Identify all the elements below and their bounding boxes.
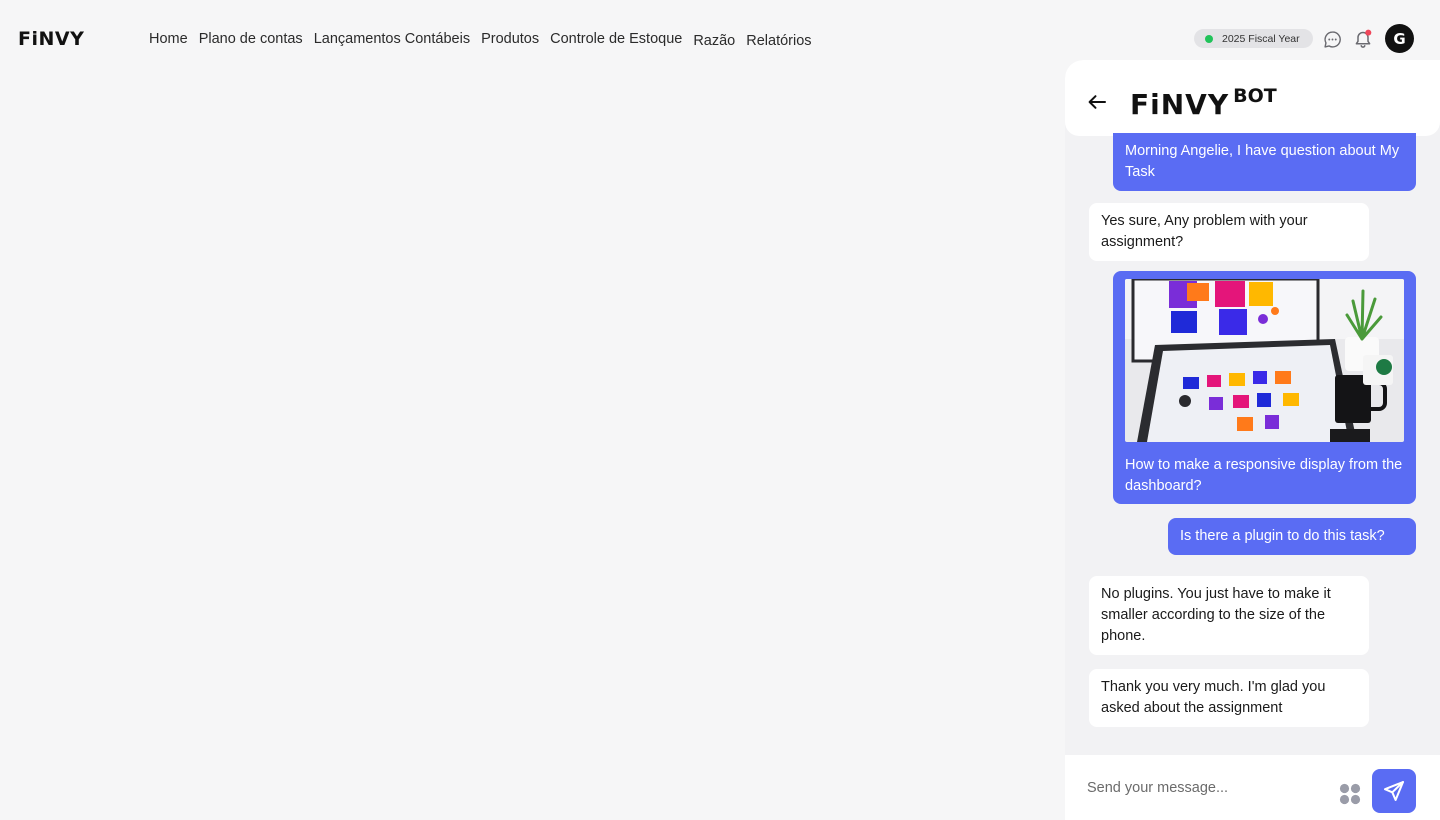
fiscal-year-badge[interactable]: 2025 Fiscal Year xyxy=(1194,29,1313,48)
chat-header: FiNVY BOT xyxy=(1065,60,1440,136)
bell-icon[interactable] xyxy=(1352,28,1374,50)
nav-item-relatorios[interactable]: Relatórios xyxy=(746,32,811,50)
nav-item-plano-de-contas[interactable]: Plano de contas xyxy=(199,30,303,48)
message-composer xyxy=(1065,755,1440,820)
send-paper-plane-icon xyxy=(1384,781,1404,801)
user-avatar[interactable]: G xyxy=(1385,24,1414,53)
attached-image-laptop-dashboard[interactable] xyxy=(1125,279,1404,442)
chatbot-panel: FiNVY BOT Morning Angelie, I have questio… xyxy=(1065,60,1440,820)
chat-message-user: Morning Angelie, I have question about M… xyxy=(1113,133,1416,191)
chatbot-brand-suffix: BOT xyxy=(1233,85,1277,107)
main-nav: Home Plano de contas Lançamentos Contábe… xyxy=(149,30,823,50)
chat-message-user-text: How to make a responsive display from th… xyxy=(1125,457,1403,494)
nav-item-home[interactable]: Home xyxy=(149,30,188,48)
nav-item-controle-de-estoque[interactable]: Controle de Estoque xyxy=(550,30,682,48)
chat-message-bot: Yes sure, Any problem with your assignme… xyxy=(1089,203,1369,261)
send-button[interactable] xyxy=(1372,769,1416,813)
chat-message-bot: No plugins. You just have to make it sma… xyxy=(1089,576,1369,655)
app-logo[interactable]: FiNVY xyxy=(18,28,84,50)
chat-message-user-with-image: How to make a responsive display from th… xyxy=(1113,271,1416,504)
fiscal-status-dot xyxy=(1205,34,1213,43)
notification-dot xyxy=(1365,29,1372,36)
chat-message-user: Is there a plugin to do this task? xyxy=(1168,518,1416,555)
arrow-left-icon[interactable] xyxy=(1087,94,1111,114)
nav-item-produtos[interactable]: Produtos xyxy=(481,30,539,48)
fiscal-year-label: 2025 Fiscal Year xyxy=(1222,32,1300,45)
nav-item-razao[interactable]: Razão xyxy=(693,32,735,50)
chat-bubble-icon[interactable] xyxy=(1321,28,1343,50)
chatbot-logo: FiNVY BOT xyxy=(1130,85,1277,121)
message-input[interactable] xyxy=(1087,773,1317,803)
grid-apps-icon[interactable] xyxy=(1339,783,1361,805)
chat-message-bot: Thank you very much. I'm glad you asked … xyxy=(1089,669,1369,727)
chatbot-brand: FiNVY xyxy=(1130,88,1230,121)
nav-item-lancamentos-contabeis[interactable]: Lançamentos Contábeis xyxy=(314,30,470,48)
